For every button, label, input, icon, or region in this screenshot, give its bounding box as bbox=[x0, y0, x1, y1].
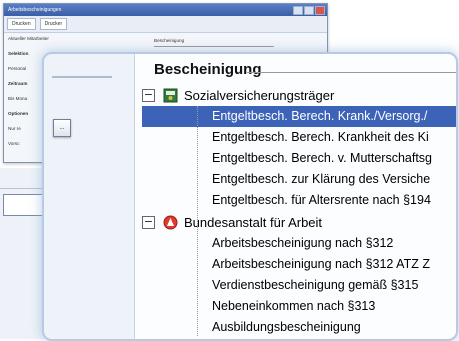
certificate-tree[interactable]: − Sozialversicherungsträger Entgeltbesch… bbox=[142, 84, 456, 338]
tree-group-label: Bundesanstalt für Arbeit bbox=[184, 214, 323, 230]
background-window-titlebar: Arbeitsbescheinigungen bbox=[4, 4, 327, 16]
tree-group-label: Sozialversicherungsträger bbox=[184, 87, 335, 103]
tree-item[interactable]: Ausbildungsbescheinigung bbox=[142, 317, 456, 338]
book-icon bbox=[163, 88, 178, 103]
magnified-certificate-panel: Bescheinigung − Sozialversicherungsträge… bbox=[42, 52, 458, 341]
collapse-icon[interactable]: − bbox=[142, 88, 155, 102]
tree-item[interactable]: Entgeltbesch. für Altersrente nach §194 bbox=[142, 190, 456, 211]
current-employee-label: Aktueller Mitarbeiter bbox=[8, 36, 49, 41]
tree-item[interactable]: Verdienstbescheinigung gemäß §315 bbox=[142, 275, 456, 296]
print-button[interactable]: Drucken bbox=[7, 18, 36, 30]
tree-item[interactable]: Arbeitsbescheinigung nach §312 bbox=[142, 233, 456, 254]
collapse-icon[interactable]: − bbox=[142, 215, 155, 229]
maximize-button[interactable] bbox=[304, 6, 314, 15]
tree-item[interactable]: Arbeitsbescheinigung nach §312 ATZ Z bbox=[142, 254, 456, 275]
certificate-heading-small: Bescheinigung bbox=[154, 38, 185, 43]
tree-group-social-insurance[interactable]: − Sozialversicherungsträger bbox=[142, 84, 456, 106]
printer-button[interactable]: Drucker bbox=[39, 18, 68, 30]
tree-group-federal-employment[interactable]: − Bundesanstalt für Arbeit bbox=[142, 211, 456, 233]
tree-item[interactable]: Nebeneinkommen nach §313 bbox=[142, 296, 456, 317]
minimize-button[interactable] bbox=[293, 6, 303, 15]
certificate-panel-small: Bescheinigung bbox=[154, 38, 274, 47]
tree-item[interactable]: Entgeltbesch. zur Klärung des Versiche bbox=[142, 169, 456, 190]
ellipsis-button[interactable]: ... bbox=[53, 119, 71, 137]
magnified-left-panel bbox=[44, 54, 135, 339]
toolbar: Drucken Drucker bbox=[4, 16, 327, 33]
tree-item[interactable]: Entgeltbesch. Berech. Krank./Versorg./ bbox=[142, 106, 456, 127]
tree-item[interactable]: Entgeltbesch. Berech. Krankheit des Ki bbox=[142, 127, 456, 148]
section-title: Bescheinigung bbox=[154, 61, 262, 78]
agency-logo-icon bbox=[163, 215, 178, 230]
close-button[interactable] bbox=[315, 6, 325, 15]
tree-item[interactable]: Entgeltbesch. Berech. v. Mutterschaftsg bbox=[142, 148, 456, 169]
window-title: Arbeitsbescheinigungen bbox=[8, 7, 62, 13]
